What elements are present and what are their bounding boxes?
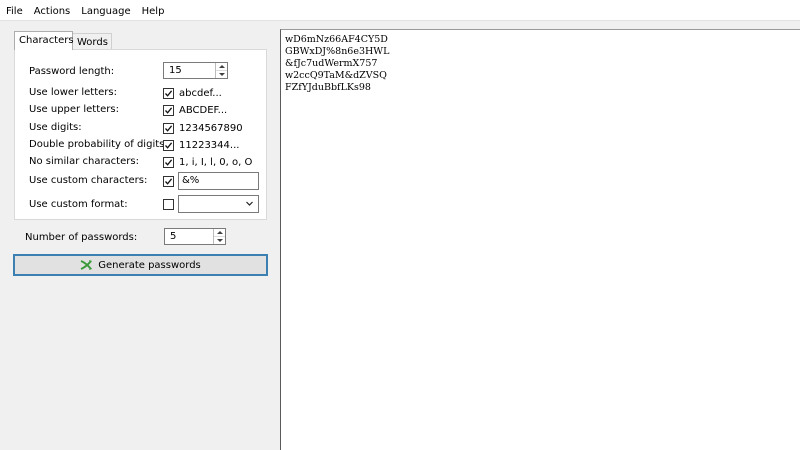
- password-line: wD6mNz66AF4CY5D: [285, 34, 388, 45]
- password-length-value: 15: [169, 65, 182, 76]
- custom-chars-input[interactable]: &%: [178, 172, 259, 190]
- number-of-passwords-label: Number of passwords:: [25, 232, 138, 243]
- checkmark-icon: [165, 142, 173, 149]
- stepper-up-icon[interactable]: [216, 63, 227, 70]
- checkmark-icon: [165, 178, 173, 185]
- menu-language[interactable]: Language: [75, 4, 135, 20]
- no-similar-sample: 1, i, I, l, 0, o, O: [179, 157, 253, 168]
- lower-letters-sample: abcdef...: [179, 88, 222, 99]
- menu-help[interactable]: Help: [136, 4, 170, 20]
- custom-format-label: Use custom format:: [29, 199, 128, 210]
- custom-format-checkbox[interactable]: [163, 199, 174, 210]
- custom-format-select[interactable]: [178, 195, 259, 213]
- stepper-down-icon[interactable]: [214, 236, 225, 244]
- chevron-down-icon: [246, 201, 253, 206]
- passwords-output[interactable]: wD6mNz66AF4CY5D GBWxDJ%8n6e3HWL &fJc7udW…: [280, 29, 800, 450]
- password-length-stepper[interactable]: 15: [163, 62, 228, 79]
- no-similar-checkbox[interactable]: [163, 157, 174, 168]
- password-length-label: Password length:: [29, 66, 115, 77]
- checkmark-icon: [165, 107, 173, 114]
- password-line: w2ccQ9TaM&dZVSQ: [285, 70, 387, 81]
- digits-sample: 1234567890: [179, 123, 243, 134]
- password-line: &fJc7udWermX757: [285, 58, 378, 69]
- generate-passwords-button[interactable]: Generate passwords: [13, 254, 268, 276]
- number-of-passwords-value: 5: [170, 231, 177, 242]
- menu-divider: [0, 20, 800, 21]
- upper-letters-label: Use upper letters:: [29, 104, 119, 115]
- password-line: GBWxDJ%8n6e3HWL: [285, 46, 390, 57]
- menu-bar: File Actions Language Help: [0, 4, 800, 20]
- characters-settings-panel: Password length: 15 Use lower letters: a…: [14, 49, 267, 220]
- double-digits-label: Double probability of digits:: [29, 139, 168, 150]
- tab-words[interactable]: Words: [72, 33, 112, 50]
- menu-file[interactable]: File: [0, 4, 28, 20]
- checkmark-icon: [165, 159, 173, 166]
- menu-actions[interactable]: Actions: [28, 4, 76, 20]
- digits-label: Use digits:: [29, 122, 82, 133]
- tab-characters[interactable]: Characters: [14, 31, 74, 50]
- lower-letters-label: Use lower letters:: [29, 87, 117, 98]
- checkmark-icon: [165, 90, 173, 97]
- upper-letters-sample: ABCDEF...: [179, 105, 228, 116]
- stepper-up-icon[interactable]: [214, 229, 225, 236]
- checkmark-icon: [165, 125, 173, 132]
- lower-letters-checkbox[interactable]: [163, 88, 174, 99]
- no-similar-label: No similar characters:: [29, 156, 139, 167]
- custom-chars-checkbox[interactable]: [163, 176, 174, 187]
- number-of-passwords-stepper[interactable]: 5: [164, 228, 226, 245]
- digits-checkbox[interactable]: [163, 123, 174, 134]
- double-digits-sample: 11223344...: [179, 140, 240, 151]
- generate-icon: [80, 259, 93, 271]
- generate-passwords-label: Generate passwords: [98, 259, 201, 271]
- custom-chars-label: Use custom characters:: [29, 175, 148, 186]
- stepper-down-icon[interactable]: [216, 70, 227, 78]
- password-line: FZfYJduBbfLKs98: [285, 82, 371, 93]
- double-digits-checkbox[interactable]: [163, 140, 174, 151]
- upper-letters-checkbox[interactable]: [163, 105, 174, 116]
